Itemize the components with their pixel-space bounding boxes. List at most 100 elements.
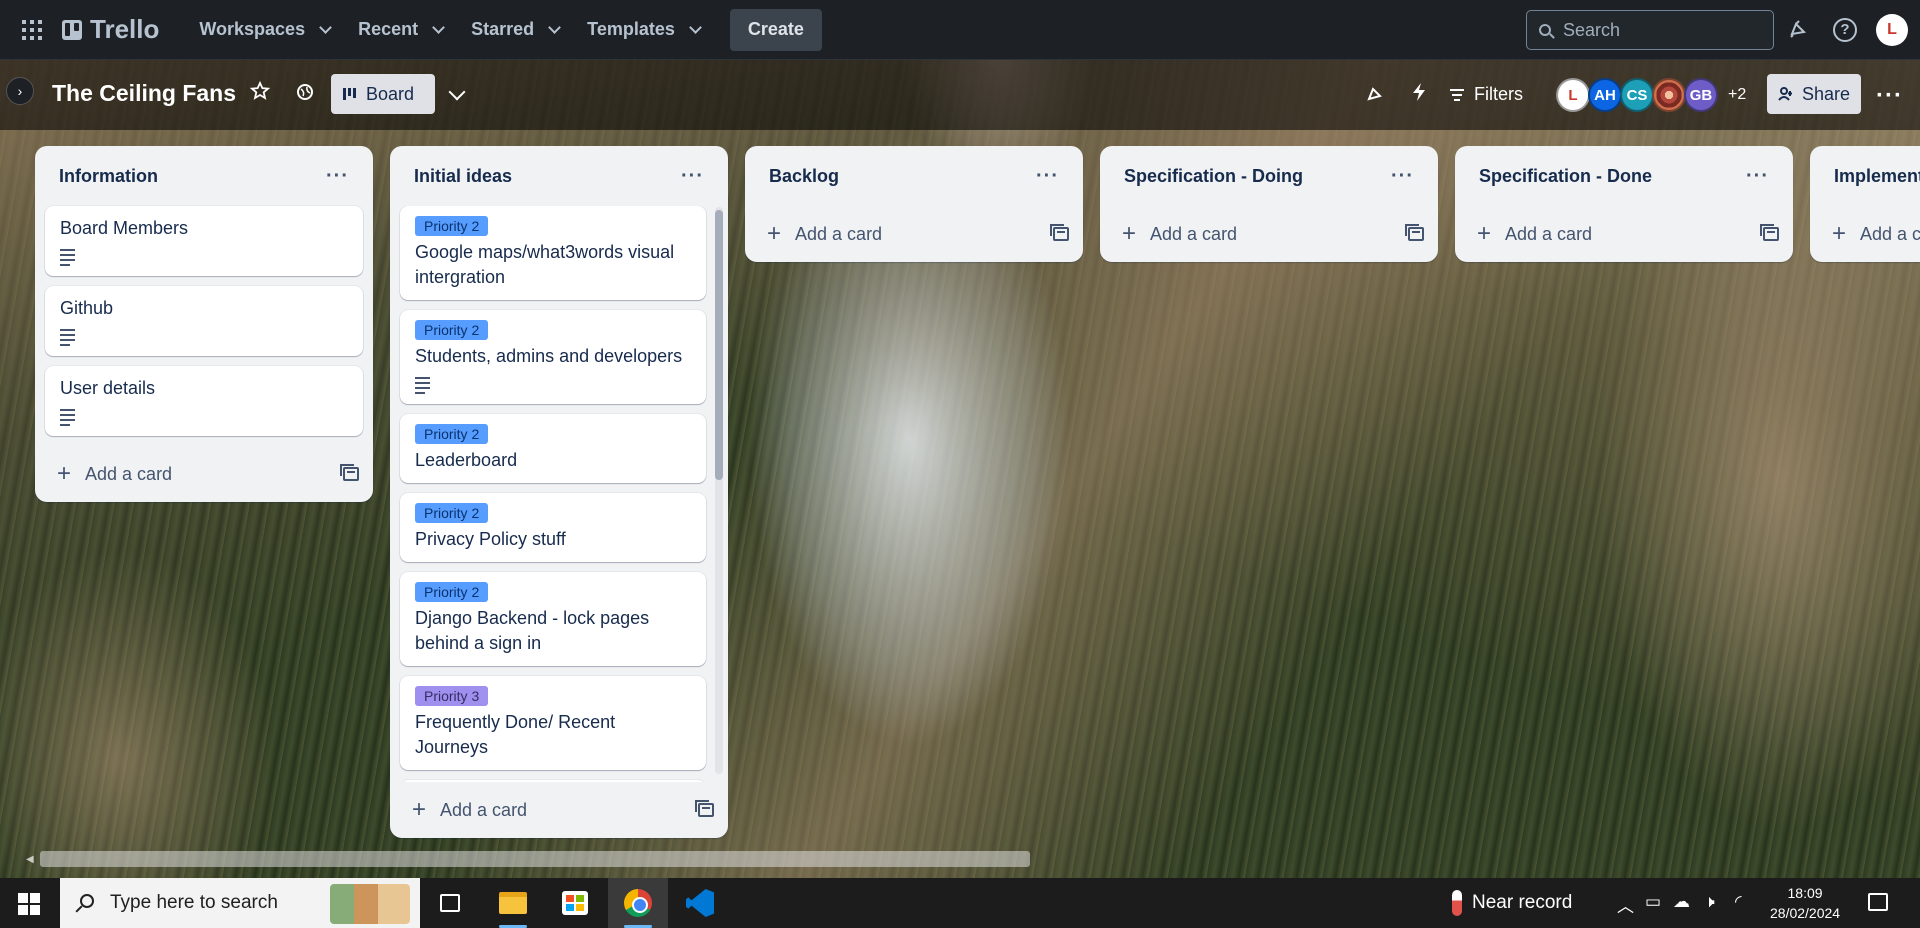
list-title[interactable]: Backlog <box>769 166 839 187</box>
notifications-icon[interactable] <box>1786 18 1810 42</box>
recent-menu[interactable]: Recent <box>346 10 455 50</box>
list-information: Information ··· Board Members Github Use… <box>35 146 373 502</box>
card[interactable]: Board Members <box>45 206 363 276</box>
card-template-icon[interactable] <box>1760 224 1779 241</box>
trello-logo-icon <box>62 19 82 40</box>
store-icon <box>562 891 588 915</box>
search-highlight-image <box>330 884 410 924</box>
list-header[interactable]: Specification - Doing ··· <box>1100 146 1438 206</box>
card[interactable]: Priority 2 Students, admins and develope… <box>400 310 706 404</box>
user-avatar[interactable]: L <box>1876 14 1908 46</box>
list-menu-icon[interactable]: ··· <box>1746 165 1769 188</box>
list-header[interactable]: Information ··· <box>35 146 373 206</box>
notification-center-icon[interactable] <box>1868 893 1888 911</box>
task-view-button[interactable] <box>420 878 480 928</box>
help-icon[interactable]: ? <box>1833 18 1857 42</box>
list-title[interactable]: Initial ideas <box>414 166 512 187</box>
chevron-down-icon <box>432 20 445 34</box>
vscode-button[interactable] <box>670 878 730 928</box>
add-card-button[interactable]: + Add a card <box>412 796 527 824</box>
plus-icon: + <box>1122 220 1137 247</box>
volume-muted-icon[interactable]: 🕨 <box>1704 892 1715 912</box>
views-chevron-icon[interactable] <box>448 83 466 101</box>
card[interactable]: Priority 2 Leaderboard <box>400 414 706 483</box>
templates-menu[interactable]: Templates <box>575 10 712 50</box>
list-specification-doing: Specification - Doing ··· + Add a card <box>1100 146 1438 262</box>
card[interactable]: Priority 2 Django Backend - lock pages b… <box>400 572 706 666</box>
list-menu-icon[interactable]: ··· <box>681 165 704 188</box>
onedrive-cloud-icon[interactable]: ☁ <box>1673 892 1690 912</box>
list-scrollbar-thumb[interactable] <box>715 210 723 480</box>
create-button[interactable]: Create <box>729 8 822 51</box>
filters-button[interactable]: Filters <box>1450 84 1523 105</box>
member-avatar[interactable]: AH <box>1588 78 1622 112</box>
list-title[interactable]: Specification - Doing <box>1124 166 1303 187</box>
windows-start-icon[interactable] <box>18 893 40 915</box>
add-card-label: Add a c <box>1860 223 1920 244</box>
plus-icon: + <box>1477 220 1492 247</box>
list-header[interactable]: Implement <box>1810 146 1920 206</box>
workspaces-menu[interactable]: Workspaces <box>187 10 342 50</box>
card-template-icon[interactable] <box>695 800 714 817</box>
list-menu-icon[interactable]: ··· <box>326 165 349 188</box>
scroll-left-arrow-icon[interactable]: ◀ <box>26 854 34 865</box>
board-horizontal-scrollbar[interactable] <box>40 851 1030 867</box>
trello-logo[interactable]: Trello <box>62 14 159 45</box>
card-title: User details <box>60 378 156 398</box>
weather-text: Near record <box>1472 892 1573 913</box>
card[interactable]: Github <box>45 286 363 356</box>
templates-label: Templates <box>587 19 675 39</box>
more-members-count[interactable]: +2 <box>1728 86 1746 104</box>
priority-label: Priority 3 <box>415 686 489 706</box>
system-clock[interactable]: 18:09 28/02/2024 <box>1770 883 1840 923</box>
add-card-button[interactable]: + Add a c <box>1832 220 1920 248</box>
search-input[interactable]: Search <box>1526 10 1774 50</box>
card-title: Leaderboard <box>415 450 518 470</box>
list-header[interactable]: Backlog ··· <box>745 146 1083 206</box>
starred-menu[interactable]: Starred <box>459 10 571 50</box>
add-card-button[interactable]: + Add a card <box>1122 220 1237 248</box>
member-avatar[interactable]: GB <box>1684 78 1718 112</box>
card-template-icon[interactable] <box>340 464 359 481</box>
list-title[interactable]: Information <box>59 166 158 187</box>
list-menu-icon[interactable]: ··· <box>1391 165 1414 188</box>
visibility-globe-icon[interactable] <box>296 83 314 107</box>
card-template-icon[interactable] <box>1405 224 1424 241</box>
list-header[interactable]: Initial ideas ··· <box>390 146 728 206</box>
star-icon[interactable] <box>249 80 271 107</box>
microsoft-store-button[interactable] <box>545 878 605 928</box>
list-title[interactable]: Specification - Done <box>1479 166 1652 187</box>
chrome-button[interactable] <box>608 878 668 928</box>
weather-widget[interactable]: Near record <box>1452 890 1572 916</box>
board-title[interactable]: The Ceiling Fans <box>52 80 236 107</box>
card[interactable]: Priority 2 Privacy Policy stuff <box>400 493 706 562</box>
card[interactable]: Priority 3 Frequently Done/ Recent Journ… <box>400 676 706 770</box>
show-hidden-icons-icon[interactable]: ︿ <box>1617 892 1634 917</box>
sidebar-expand-icon[interactable]: › <box>6 77 34 105</box>
list-title[interactable]: Implement <box>1834 166 1920 187</box>
member-avatar[interactable]: CS <box>1620 78 1654 112</box>
list-menu-icon[interactable]: ··· <box>1036 165 1059 188</box>
battery-icon[interactable]: ▭ <box>1645 892 1661 912</box>
card[interactable]: User details <box>45 366 363 436</box>
taskbar-search-input[interactable]: Type here to search <box>60 878 420 928</box>
add-card-button[interactable]: + Add a card <box>1477 220 1592 248</box>
power-ups-icon[interactable] <box>1366 84 1384 108</box>
board-view-button[interactable]: Board <box>331 74 435 114</box>
add-card-button[interactable]: + Add a card <box>767 220 882 248</box>
board-menu-icon[interactable]: ··· <box>1876 82 1903 110</box>
top-navigation: Trello Workspaces Recent Starred Templat… <box>0 0 1920 60</box>
automation-icon[interactable] <box>1411 82 1427 108</box>
card-template-icon[interactable] <box>1050 224 1069 241</box>
member-avatar[interactable] <box>1652 78 1686 112</box>
add-card-button[interactable]: + Add a card <box>57 460 172 488</box>
list-header[interactable]: Specification - Done ··· <box>1455 146 1793 206</box>
wifi-icon[interactable]: ◜ <box>1735 892 1742 912</box>
share-button[interactable]: Share <box>1767 74 1861 114</box>
add-card-row: + Add a card <box>1455 206 1793 262</box>
filter-icon <box>1450 88 1464 101</box>
card[interactable]: Priority 2 Google maps/what3words visual… <box>400 206 706 300</box>
member-avatar[interactable]: L <box>1556 78 1590 112</box>
file-explorer-button[interactable] <box>483 878 543 928</box>
app-switcher-icon[interactable] <box>20 18 44 42</box>
